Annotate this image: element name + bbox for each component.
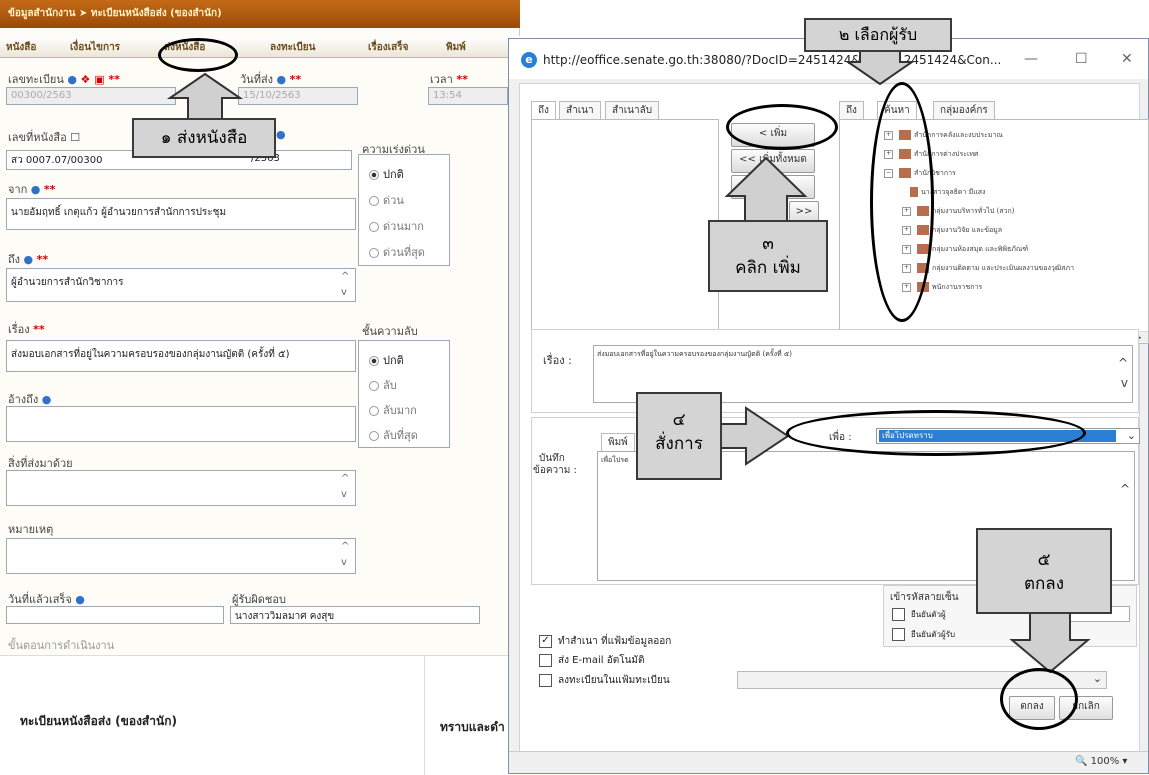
callout-step-2: ๒ เลือกผู้รับ xyxy=(804,18,952,52)
callout-3-text: คลิก เพิ่ม xyxy=(735,258,801,278)
highlight-send-tab xyxy=(158,38,238,72)
callout-3-number: ๓ xyxy=(762,234,774,254)
highlight-add-button xyxy=(726,104,838,150)
callout-step-4: ๔ สั่งการ xyxy=(636,392,722,480)
callout-step-3: ๓ คลิก เพิ่ม xyxy=(708,220,828,292)
highlight-org-tree xyxy=(870,82,934,322)
callout-step-1: ๑ ส่งหนังสือ xyxy=(132,118,276,158)
arrow-4-right xyxy=(720,406,790,466)
callout-5-text: ตกลง xyxy=(1023,574,1065,594)
arrow-1-up xyxy=(166,72,244,118)
highlight-ok-button xyxy=(1000,668,1078,730)
arrow-2-down xyxy=(844,50,916,86)
callout-5-number: ๕ xyxy=(1037,550,1051,570)
highlight-purpose-select xyxy=(786,410,1086,456)
callout-4-text: สั่งการ xyxy=(655,434,703,454)
callout-step-5: ๕ ตกลง xyxy=(976,528,1112,614)
arrow-3-up xyxy=(724,156,808,220)
callout-4-number: ๔ xyxy=(672,410,686,430)
arrow-5-down xyxy=(1009,612,1091,674)
annotation-arrows xyxy=(166,50,1091,674)
